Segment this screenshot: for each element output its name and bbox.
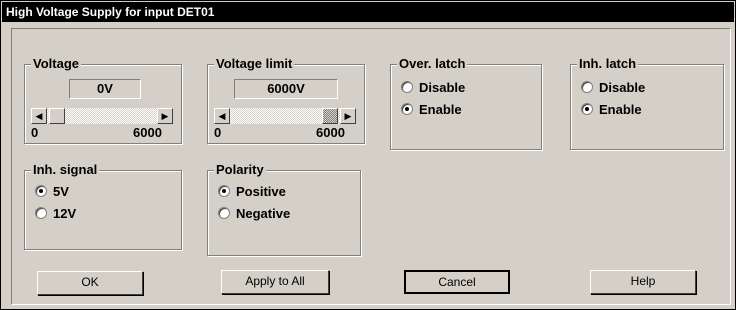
radio-checked-icon[interactable] <box>581 103 593 115</box>
radio-checked-icon[interactable] <box>218 185 230 197</box>
voltage-limit-slider-thumb[interactable] <box>322 108 338 124</box>
scroll-left-icon[interactable]: ◀ <box>31 108 47 124</box>
voltage-slider[interactable]: ◀ ▶ <box>31 108 173 124</box>
radio-unchecked-icon[interactable] <box>218 207 230 219</box>
radio-checked-icon[interactable] <box>35 185 47 197</box>
polarity-positive-radio[interactable]: Positive <box>218 183 286 201</box>
voltage-max-label: 6000 <box>133 125 162 140</box>
voltage-value-display: 0V <box>69 79 141 99</box>
inh-signal-group: Inh. signal 5V 12V <box>24 162 182 250</box>
dialog-client-area: Voltage 0V ◀ ▶ 0 6000 Voltage limit 6000… <box>11 28 731 305</box>
radio-unchecked-icon[interactable] <box>401 81 413 93</box>
polarity-positive-label: Positive <box>236 184 286 199</box>
voltage-limit-min-label: 0 <box>214 125 222 140</box>
over-latch-group: Over. latch Disable Enable <box>390 56 542 150</box>
radio-checked-icon[interactable] <box>401 103 413 115</box>
inh-signal-5v-label: 5V <box>53 184 69 199</box>
voltage-limit-group: Voltage limit 6000V ◀ ▶ 0 6000 <box>207 56 365 144</box>
polarity-negative-label: Negative <box>236 206 291 221</box>
ok-button[interactable]: OK <box>37 271 143 295</box>
inh-latch-enable-label: Enable <box>599 102 642 117</box>
window-title: High Voltage Supply for input DET01 <box>2 2 734 22</box>
voltage-min-label: 0 <box>31 125 39 140</box>
voltage-limit-value-display: 6000V <box>234 79 338 99</box>
inh-signal-12v-radio[interactable]: 12V <box>35 205 76 223</box>
over-latch-disable-label: Disable <box>419 80 466 95</box>
polarity-negative-radio[interactable]: Negative <box>218 205 290 223</box>
polarity-group: Polarity Positive Negative <box>207 162 361 256</box>
inh-latch-group: Inh. latch Disable Enable <box>570 56 724 150</box>
hv-supply-dialog: High Voltage Supply for input DET01 Volt… <box>0 0 736 310</box>
scroll-left-icon[interactable]: ◀ <box>214 108 230 124</box>
scroll-right-icon[interactable]: ▶ <box>157 108 173 124</box>
inh-signal-label: Inh. signal <box>31 162 100 178</box>
voltage-limit-max-label: 6000 <box>316 125 345 140</box>
over-latch-enable-radio[interactable]: Enable <box>401 101 462 119</box>
over-latch-label: Over. latch <box>397 56 468 72</box>
cancel-button[interactable]: Cancel <box>404 270 510 294</box>
inh-signal-12v-label: 12V <box>53 206 77 221</box>
radio-unchecked-icon[interactable] <box>35 207 47 219</box>
inh-latch-disable-label: Disable <box>599 80 646 95</box>
voltage-group: Voltage 0V ◀ ▶ 0 6000 <box>24 56 182 144</box>
over-latch-enable-label: Enable <box>419 102 462 117</box>
help-button[interactable]: Help <box>590 270 696 294</box>
polarity-label: Polarity <box>214 162 266 178</box>
scroll-right-icon[interactable]: ▶ <box>340 108 356 124</box>
inh-latch-disable-radio[interactable]: Disable <box>581 79 645 97</box>
apply-to-all-button[interactable]: Apply to All <box>221 270 329 294</box>
over-latch-disable-radio[interactable]: Disable <box>401 79 465 97</box>
radio-unchecked-icon[interactable] <box>581 81 593 93</box>
voltage-limit-slider[interactable]: ◀ ▶ <box>214 108 356 124</box>
voltage-limit-label: Voltage limit <box>214 56 295 72</box>
inh-signal-5v-radio[interactable]: 5V <box>35 183 69 201</box>
voltage-slider-thumb[interactable] <box>49 108 65 124</box>
voltage-label: Voltage <box>31 56 81 72</box>
inh-latch-label: Inh. latch <box>577 56 639 72</box>
inh-latch-enable-radio[interactable]: Enable <box>581 101 642 119</box>
